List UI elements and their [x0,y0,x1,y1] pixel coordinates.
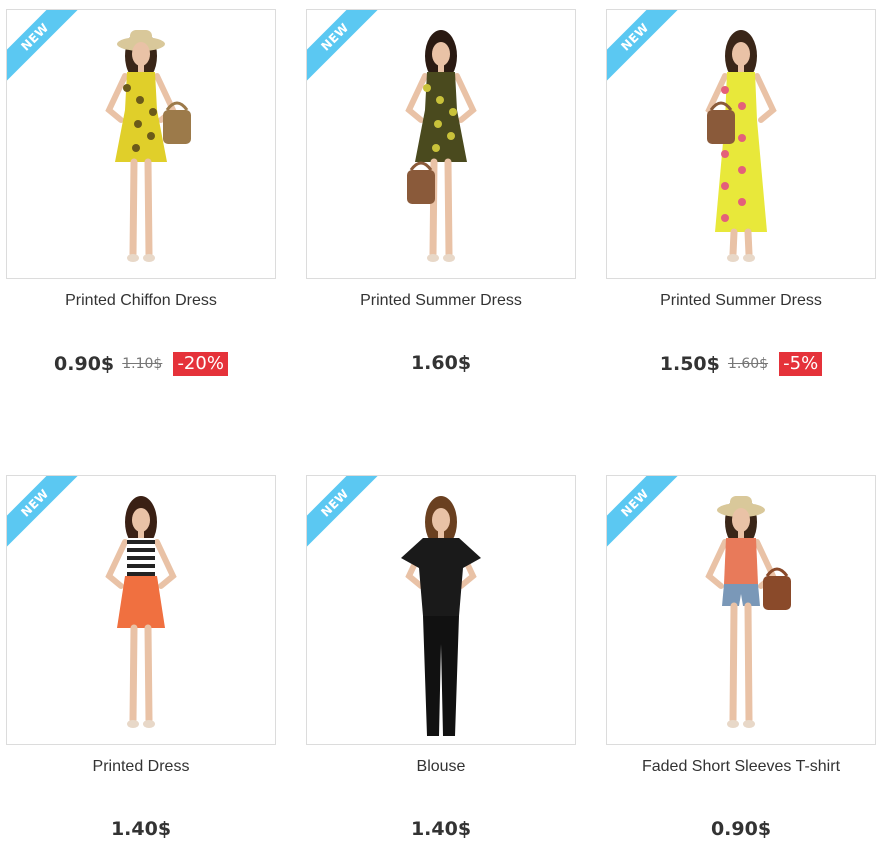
discount-badge: -20% [173,352,228,376]
product-price: 0.90$ [710,818,772,840]
product-price: 1.40$ [110,818,172,840]
price-row: 0.90$ 1.10$ -20% [6,352,276,376]
product-name-link[interactable]: Printed Summer Dress [606,292,876,310]
product-image-link[interactable]: NEW [606,475,876,745]
product-photo [105,496,177,728]
price-row: 1.40$ [6,818,276,840]
product-photo [705,496,791,728]
price-row: 1.50$ 1.60$ -5% [606,352,876,376]
product-price: 1.40$ [410,818,472,840]
price-row: 1.40$ [306,818,576,840]
discount-badge: -5% [779,352,823,376]
price-row: 1.60$ [306,352,576,374]
price-row: 0.90$ [606,818,876,840]
product-image-link[interactable]: NEW [6,9,276,279]
product-image-link[interactable]: NEW [6,475,276,745]
product-image-link[interactable]: NEW [606,9,876,279]
product-price: 0.90$ [54,353,115,375]
product-photo [705,30,777,262]
product-price: 1.50$ [659,353,720,375]
product-grid: NEW Printed Chiffon Dress 0.90$ 1.10$ -2… [0,0,881,848]
old-price: 1.60$ [727,356,769,372]
product-photo [401,496,481,736]
product-name-link[interactable]: Printed Summer Dress [306,292,576,310]
product-name-link[interactable]: Blouse [306,758,576,776]
product-image-link[interactable]: NEW [306,9,576,279]
product-image-link[interactable]: NEW [306,475,576,745]
product-photo [105,30,191,262]
product-name-link[interactable]: Printed Dress [6,758,276,776]
product-name-link[interactable]: Faded Short Sleeves T-shirt [606,758,876,776]
old-price: 1.10$ [122,356,163,372]
product-name-link[interactable]: Printed Chiffon Dress [6,292,276,310]
product-price: 1.60$ [410,352,472,374]
product-photo [405,30,477,262]
